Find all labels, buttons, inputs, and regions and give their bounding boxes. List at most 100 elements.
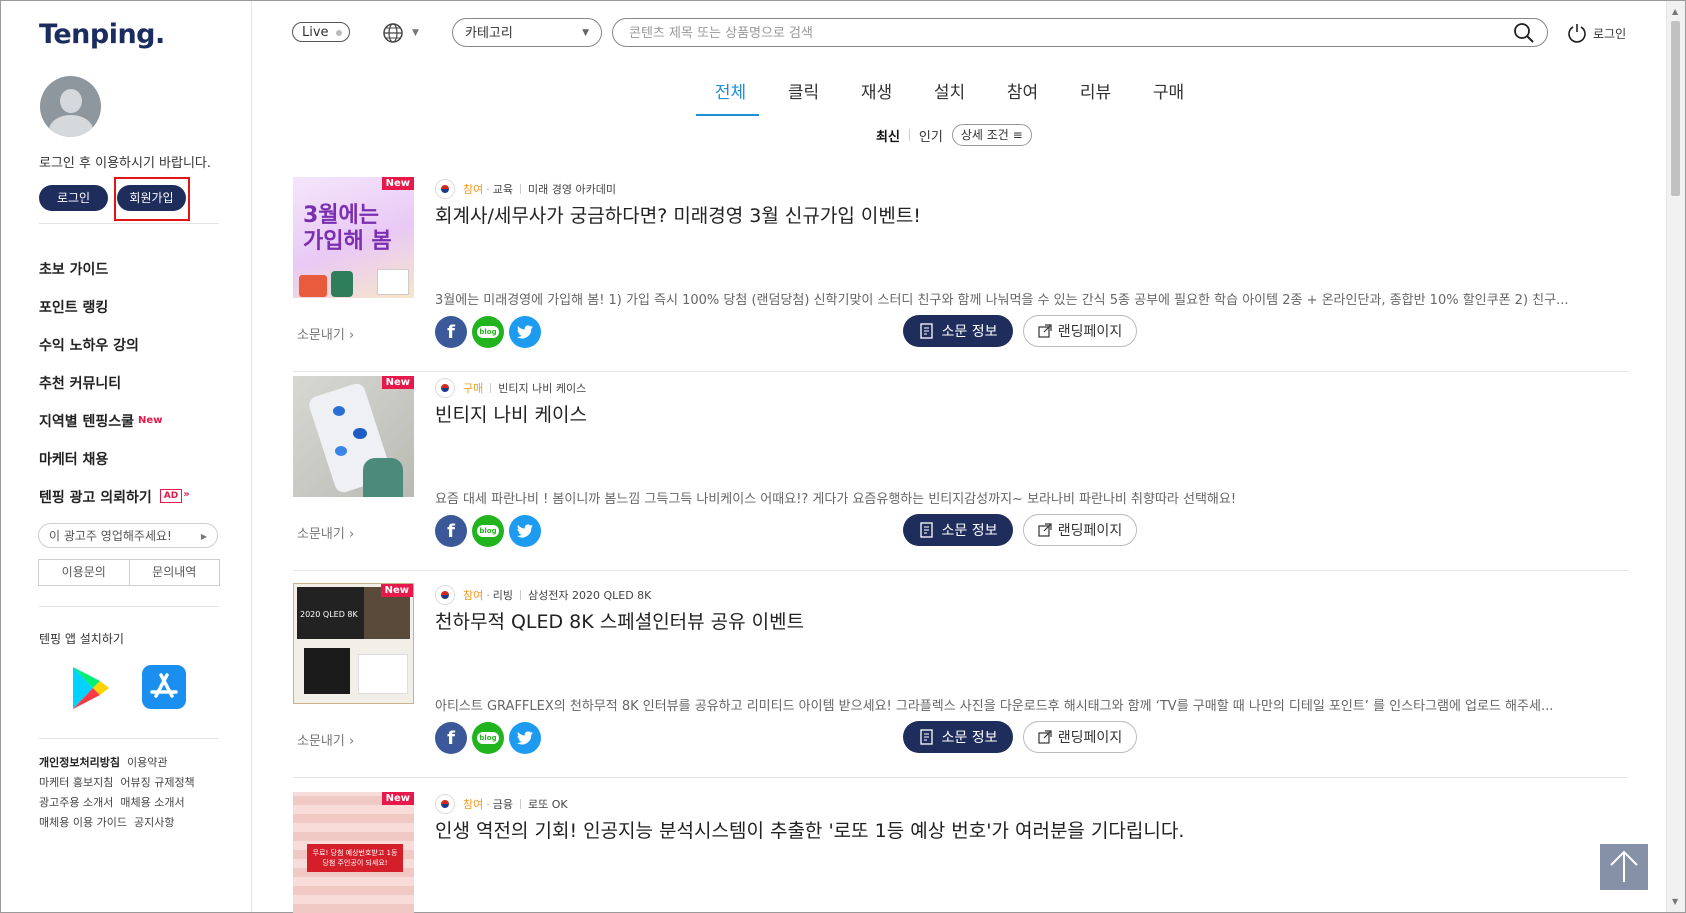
sort-popular[interactable]: 인기: [919, 126, 943, 145]
landing-page-button[interactable]: 랜딩페이지: [1023, 721, 1137, 753]
app-install-label: 텐핑 앱 설치하기: [39, 632, 124, 646]
sidebar: Tenping. 로그인 후 이용하시기 바랍니다. 로그인 회원가입 초보 가…: [1, 1, 252, 912]
share-link[interactable]: 소문내기 ›: [297, 523, 354, 542]
tab-play[interactable]: 재생: [840, 78, 913, 116]
new-badge: New: [381, 376, 414, 389]
scrollbar[interactable]: ▲ ▼: [1666, 1, 1685, 912]
scroll-thumb[interactable]: [1671, 21, 1680, 196]
sidebar-item-school[interactable]: 지역별 텐핑스쿨 New: [39, 411, 190, 449]
share-link[interactable]: 소문내기 ›: [297, 324, 354, 343]
category-tabs: 전체 클릭 재생 설치 참여 리뷰 구매: [694, 78, 1205, 116]
thumbnail[interactable]: 3월에는 가입해 봄 New: [293, 177, 414, 298]
thumbnail[interactable]: 2020 QLED 8K New: [293, 583, 414, 704]
search-icon[interactable]: [1513, 22, 1535, 44]
social-share: f blog: [435, 515, 546, 547]
sidebar-menu: 초보 가이드 포인트 랭킹 수익 노하우 강의 추천 커뮤니티 지역별 텐핑스쿨…: [39, 259, 190, 525]
blog-icon[interactable]: blog: [472, 316, 504, 348]
item-title[interactable]: 회계사/세무사가 궁금하다면? 미래경영 3월 신규가입 이벤트!: [435, 201, 921, 228]
advertiser-request-input[interactable]: 이 광고주 영업해주세요! ▶: [38, 523, 218, 548]
logo[interactable]: Tenping.: [39, 19, 165, 50]
blog-icon[interactable]: blog: [472, 722, 504, 754]
sidebar-item-ad-request[interactable]: 텐핑 광고 의뢰하기 AD»: [39, 487, 190, 525]
terms-link[interactable]: 이용약관: [127, 753, 167, 773]
item-description: 아티스트 GRAFFLEX의 천하무적 8K 인터뷰를 공유하고 리미티드 아이…: [435, 699, 1554, 714]
twitter-icon[interactable]: [509, 722, 541, 754]
info-button[interactable]: 소문 정보: [903, 315, 1013, 347]
facebook-icon[interactable]: f: [435, 515, 467, 547]
search-box: [612, 18, 1548, 47]
tab-review[interactable]: 리뷰: [1059, 78, 1132, 116]
sort-latest[interactable]: 최신: [876, 126, 900, 145]
play-arrow-icon: ▶: [200, 532, 207, 541]
thumbnail-text: 3월에는 가입해 봄: [303, 203, 392, 254]
media-intro-link[interactable]: 매체용 소개서: [120, 793, 184, 813]
item-title[interactable]: 천하무적 QLED 8K 스페셜인터뷰 공유 이벤트: [435, 607, 804, 634]
notice-link[interactable]: 공지사항: [134, 813, 174, 833]
footer-links: 개인정보처리방침 이용약관 마케터 홍보지침 어뷰징 규제정책 광고주용 소개서 매체…: [39, 753, 229, 833]
scroll-up-icon[interactable]: ▲: [1672, 7, 1678, 16]
tab-participate[interactable]: 참여: [986, 78, 1059, 116]
tab-all[interactable]: 전체: [694, 78, 767, 116]
share-link[interactable]: 소문내기 ›: [297, 730, 354, 749]
sidebar-item-ranking[interactable]: 포인트 랭킹: [39, 297, 190, 335]
external-link-icon: [1038, 523, 1052, 537]
app-store-icon[interactable]: [142, 665, 186, 709]
scroll-down-icon[interactable]: ▼: [1672, 897, 1678, 906]
ad-badge: AD: [159, 489, 183, 503]
globe-icon[interactable]: [382, 22, 404, 44]
korea-flag-icon: [435, 378, 455, 398]
item-meta: 참여 · 리빙 삼성전자 2020 QLED 8K: [435, 585, 651, 605]
sort-options: 최신 인기 상세 조건 ≡: [876, 124, 1032, 146]
twitter-icon[interactable]: [509, 316, 541, 348]
category-select[interactable]: 카테고리 ▼: [452, 18, 602, 47]
live-toggle[interactable]: Live: [292, 22, 350, 42]
blog-icon[interactable]: blog: [472, 515, 504, 547]
sidebar-item-recruit[interactable]: 마케터 채용: [39, 449, 190, 487]
tab-click[interactable]: 클릭: [767, 78, 840, 116]
chevron-down-icon[interactable]: ▼: [412, 28, 419, 38]
info-button[interactable]: 소문 정보: [903, 514, 1013, 546]
tab-install[interactable]: 설치: [913, 78, 986, 116]
landing-page-button[interactable]: 랜딩페이지: [1023, 315, 1137, 347]
search-input[interactable]: [627, 22, 1491, 45]
scroll-to-top-button[interactable]: [1600, 844, 1648, 890]
sidebar-item-lecture[interactable]: 수익 노하우 강의: [39, 335, 190, 373]
thumbnail-text: 2020 QLED 8K: [300, 610, 358, 619]
new-badge: New: [381, 177, 414, 190]
item-title[interactable]: 빈티지 나비 케이스: [435, 400, 587, 427]
join-button-highlight: [114, 177, 190, 221]
sliders-icon: ≡: [1012, 128, 1023, 142]
arrow-up-icon: [1610, 850, 1638, 882]
facebook-icon[interactable]: f: [435, 316, 467, 348]
media-guide-link[interactable]: 매체용 이용 가이드: [39, 813, 127, 833]
marketer-guide-link[interactable]: 마케터 홍보지침: [39, 773, 113, 793]
advertiser-intro-link[interactable]: 광고주용 소개서: [39, 793, 113, 813]
twitter-icon[interactable]: [509, 515, 541, 547]
korea-flag-icon: [435, 179, 455, 199]
google-play-icon[interactable]: [71, 665, 111, 711]
korea-flag-icon: [435, 585, 455, 605]
divider: [293, 570, 1628, 571]
login-message: 로그인 후 이용하시기 바랍니다.: [39, 156, 212, 171]
divider: [293, 371, 1628, 372]
thumbnail[interactable]: 무료! 당첨 예상번호받고 1등 당첨 주인공이 되세요! New: [293, 792, 414, 913]
landing-page-button[interactable]: 랜딩페이지: [1023, 514, 1137, 546]
info-button[interactable]: 소문 정보: [903, 721, 1013, 753]
inquiry-button[interactable]: 이용문의: [39, 560, 130, 585]
social-share: f blog: [435, 316, 546, 348]
inquiry-history-button[interactable]: 문의내역: [130, 560, 220, 585]
abuse-policy-link[interactable]: 어뷰징 규제정책: [120, 773, 194, 793]
tab-purchase[interactable]: 구매: [1132, 78, 1205, 116]
item-description: 요즘 대세 파란나비 ! 봄이니까 봄느낌 그득그득 나비케이스 어때요!? 게…: [435, 492, 1237, 507]
item-meta: 구매 빈티지 나비 케이스: [435, 378, 586, 398]
ad-signal-icon: »: [183, 489, 190, 500]
facebook-icon[interactable]: f: [435, 722, 467, 754]
sidebar-login-button[interactable]: 로그인: [39, 185, 108, 211]
sidebar-item-guide[interactable]: 초보 가이드: [39, 259, 190, 297]
header-login-button[interactable]: 로그인: [1566, 22, 1626, 44]
detail-filter-button[interactable]: 상세 조건 ≡: [951, 124, 1032, 146]
thumbnail[interactable]: New: [293, 376, 414, 497]
sidebar-item-community[interactable]: 추천 커뮤니티: [39, 373, 190, 411]
privacy-policy-link[interactable]: 개인정보처리방침: [39, 753, 120, 773]
item-title[interactable]: 인생 역전의 기회! 인공지능 분석시스템이 추출한 '로또 1등 예상 번호'…: [435, 816, 1184, 843]
